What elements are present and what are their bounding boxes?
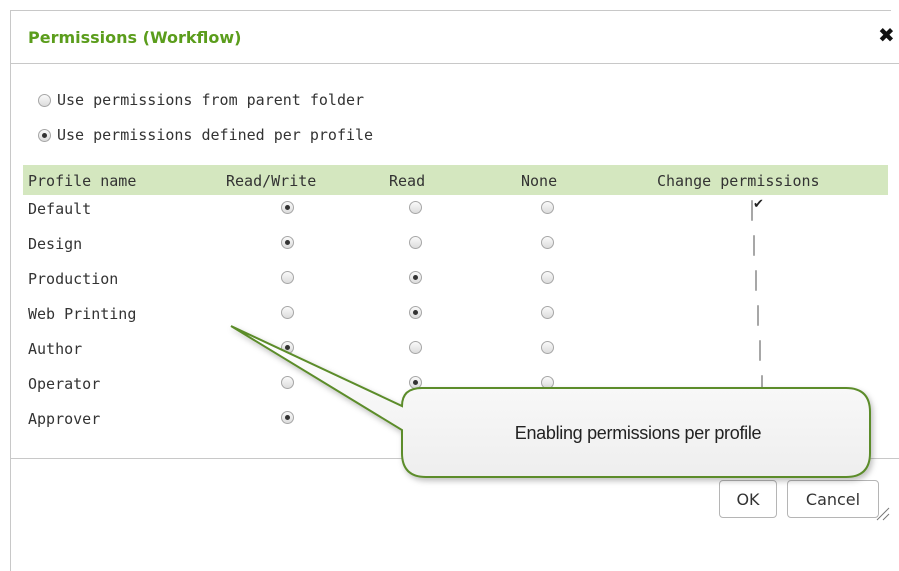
- profile-name: Default: [28, 200, 92, 218]
- change-permissions-checkbox[interactable]: [755, 270, 757, 291]
- radio-read[interactable]: [409, 376, 422, 389]
- option-per-profile-label: Use permissions defined per profile: [57, 126, 374, 144]
- dialog-title: Permissions (Workflow): [28, 28, 242, 47]
- profile-name: Approver: [28, 410, 101, 428]
- profile-name: Operator: [28, 375, 101, 393]
- radio-read-write[interactable]: [281, 201, 294, 214]
- radio-none[interactable]: [541, 236, 554, 249]
- permissions-dialog: Permissions (Workflow) ✖ Use permissions…: [10, 10, 899, 571]
- radio-none[interactable]: [541, 271, 554, 284]
- profile-name: Web Printing: [28, 305, 137, 323]
- radio-none[interactable]: [541, 376, 554, 389]
- radio-read-write[interactable]: [281, 341, 294, 354]
- ok-button[interactable]: OK: [719, 480, 777, 518]
- dialog-header: Permissions (Workflow) ✖: [11, 11, 899, 64]
- header-read: Read: [389, 172, 426, 190]
- profile-name: Author: [28, 340, 83, 358]
- profile-name: Design: [28, 235, 83, 253]
- footer-divider: [11, 458, 899, 459]
- header-change-permissions: Change permissions: [657, 172, 820, 190]
- radio-read-write[interactable]: [281, 306, 294, 319]
- radio-read-write[interactable]: [281, 271, 294, 284]
- callout-text: Enabling permissions per profile: [514, 423, 762, 443]
- radio-per-profile[interactable]: [38, 128, 51, 142]
- radio-read[interactable]: [409, 236, 422, 249]
- header-profile-name: Profile name: [28, 172, 137, 190]
- radio-read[interactable]: [409, 201, 422, 214]
- header-none: None: [521, 172, 558, 190]
- change-permissions-checkbox[interactable]: [753, 235, 755, 256]
- option-parent-folder-label: Use permissions from parent folder: [57, 91, 365, 109]
- radio-parent-folder[interactable]: [38, 93, 51, 107]
- header-read-write: Read/Write: [226, 172, 317, 190]
- radio-read-write[interactable]: [281, 376, 294, 389]
- close-icon[interactable]: ✖: [878, 25, 895, 45]
- table-header: Profile name Read/Write Read None Change…: [23, 165, 888, 195]
- option-parent-folder[interactable]: Use permissions from parent folder: [38, 91, 364, 109]
- radio-read-write[interactable]: [281, 236, 294, 249]
- change-permissions-checkbox[interactable]: ✔: [751, 198, 764, 221]
- radio-none[interactable]: [541, 341, 554, 354]
- radio-none[interactable]: [541, 201, 554, 214]
- option-per-profile[interactable]: Use permissions defined per profile: [38, 126, 373, 144]
- change-permissions-checkbox[interactable]: [759, 340, 761, 361]
- resize-grip-icon[interactable]: [872, 503, 890, 521]
- checkmark-icon: ✔: [753, 197, 764, 212]
- cancel-button[interactable]: Cancel: [787, 480, 879, 518]
- change-permissions-checkbox[interactable]: [761, 375, 763, 396]
- change-permissions-checkbox[interactable]: [757, 305, 759, 326]
- radio-read[interactable]: [409, 271, 422, 284]
- profile-name: Production: [28, 270, 119, 288]
- radio-read[interactable]: [409, 306, 422, 319]
- radio-none[interactable]: [541, 306, 554, 319]
- radio-read[interactable]: [409, 341, 422, 354]
- radio-read-write[interactable]: [281, 411, 294, 424]
